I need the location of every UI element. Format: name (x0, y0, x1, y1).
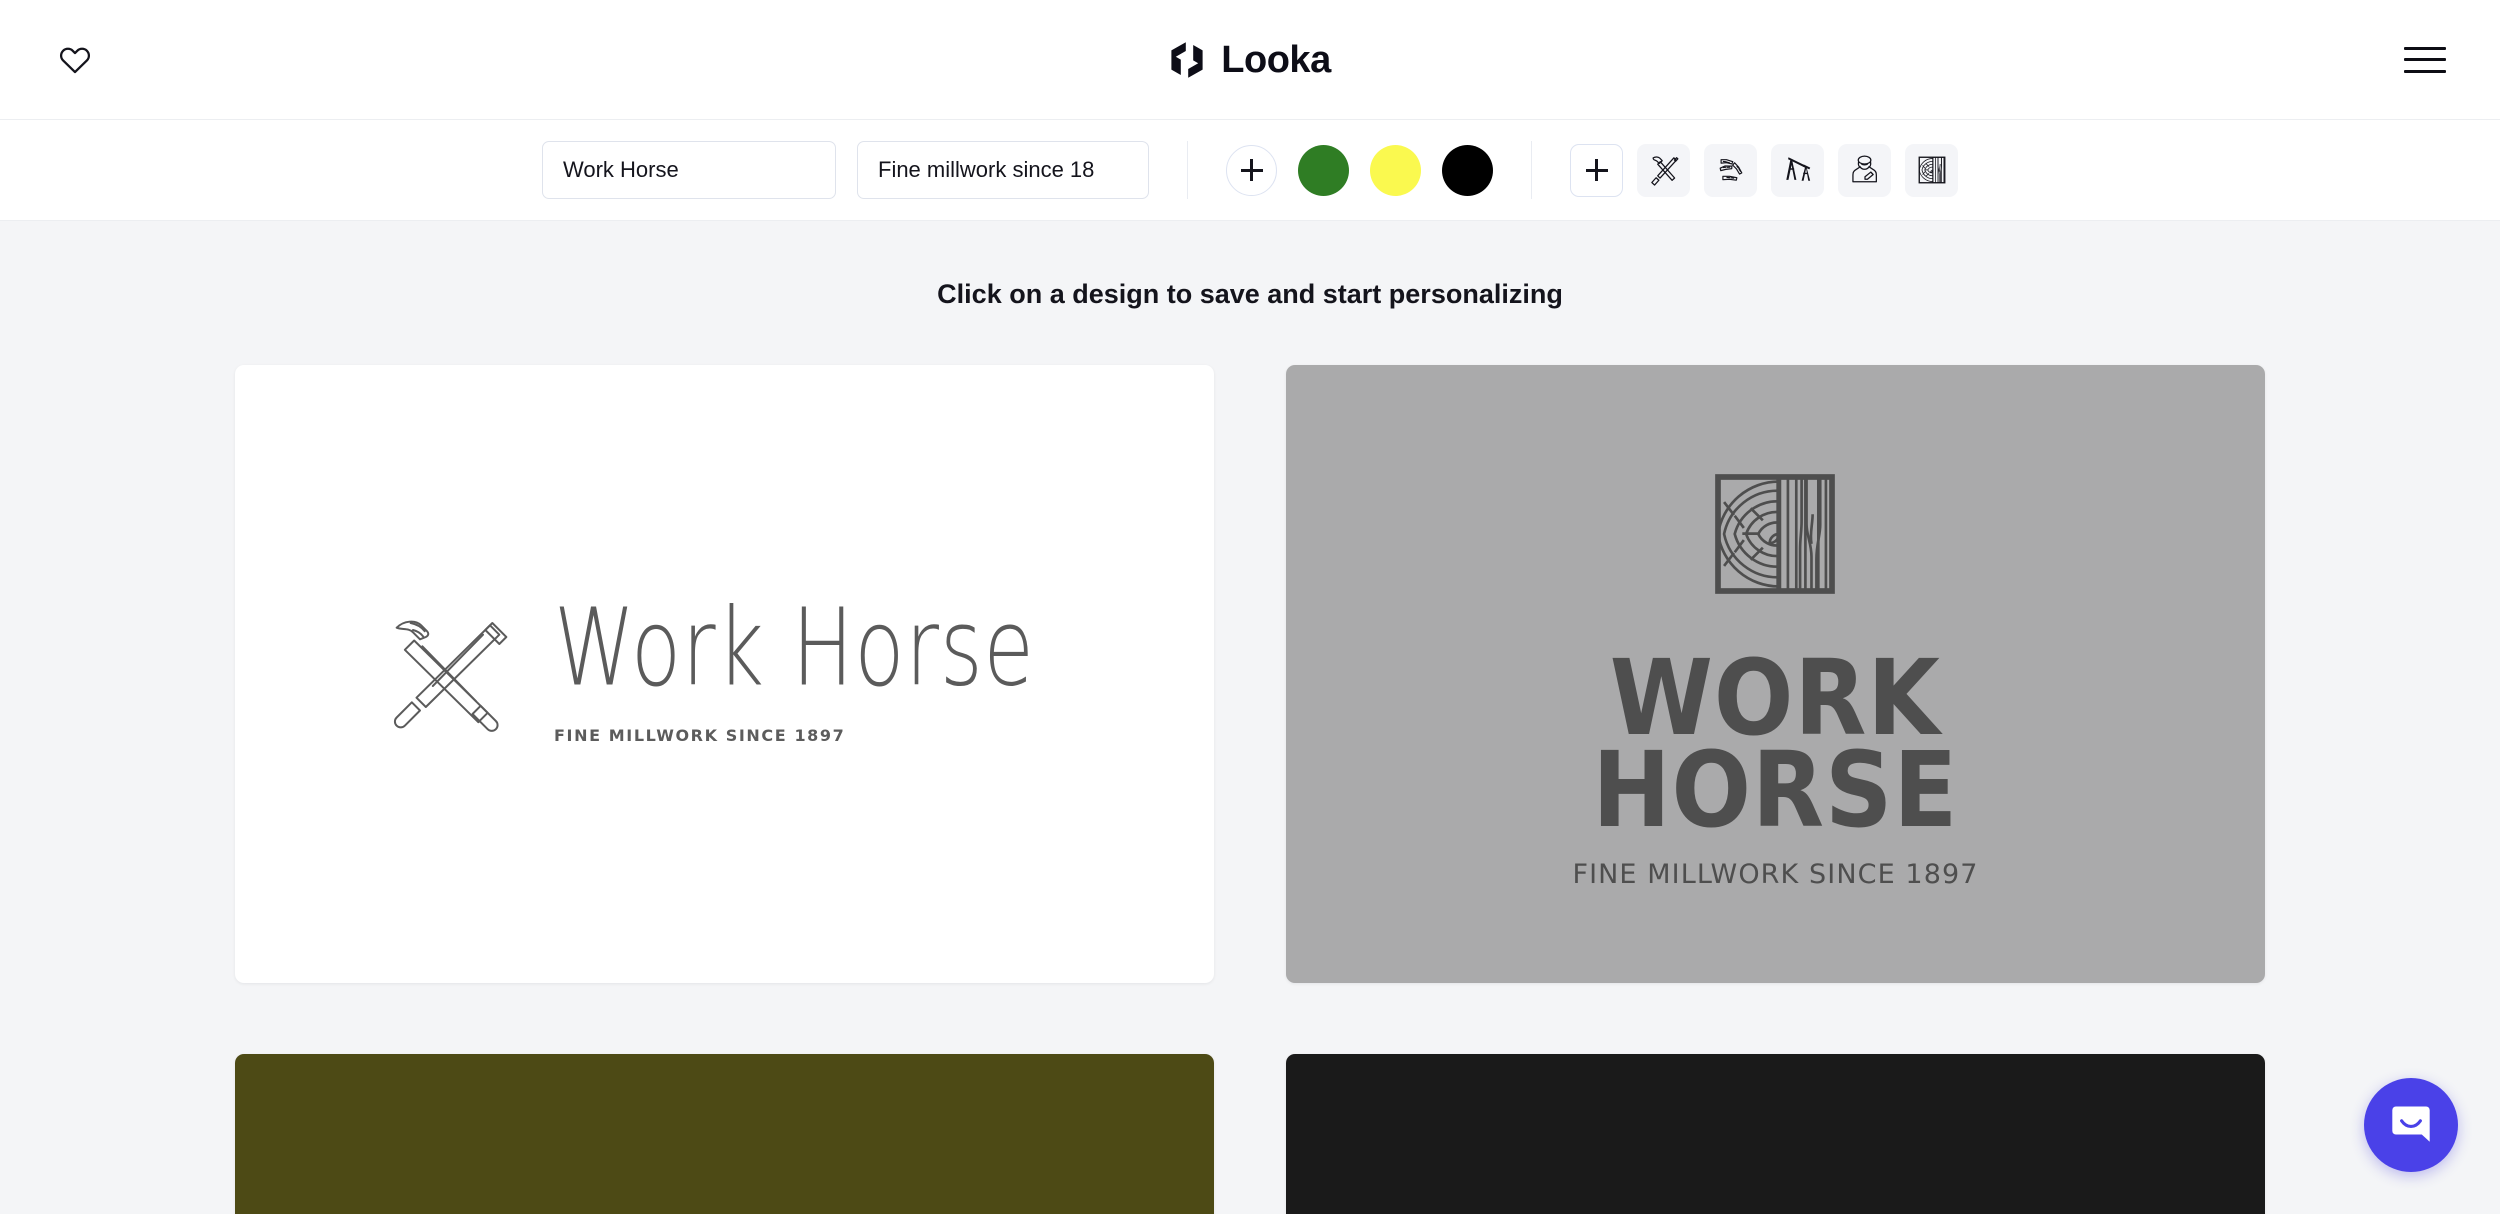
symbol-carpenter-person-icon[interactable] (1838, 143, 1891, 197)
logo-name-line-2: HORSE (1592, 729, 1959, 851)
design-grid: Work Horse FINE MILLWORK SINCE 1897 WORK… (235, 310, 2265, 1214)
page-title: Click on a design to save and start pers… (937, 279, 1563, 309)
add-symbol-button[interactable] (1570, 143, 1623, 197)
design-gallery: Click on a design to save and start pers… (0, 221, 2500, 1214)
symbol-sawhorses-icon[interactable] (1771, 143, 1824, 197)
symbol-screws-icon[interactable] (1704, 143, 1757, 197)
logo-name-text: Work Horse (554, 584, 1035, 710)
looka-logo-mark-icon (1169, 41, 1205, 79)
hamburger-bar (2404, 58, 2446, 61)
design-card-2[interactable]: WORK HORSE FINE MILLWORK SINCE 1897 (1286, 365, 2265, 983)
logo-tagline-text: FINE MILLWORK SINCE 1897 (1572, 858, 1979, 890)
toolbar-divider (1187, 141, 1188, 199)
plus-icon (1585, 159, 1608, 181)
hamburger-menu-icon[interactable] (2404, 46, 2446, 73)
color-swatch-green[interactable] (1298, 144, 1349, 196)
brand-name: Looka (1221, 38, 1331, 81)
symbol-wood-grain-block-icon[interactable] (1905, 143, 1958, 197)
app-header: Looka (0, 0, 2500, 120)
design-toolbar: Work Horse Fine millwork since 18 (0, 120, 2500, 221)
symbol-palette (1570, 143, 1958, 197)
hamburger-bar (2404, 46, 2446, 50)
crossed-hammer-and-chisel-icon (378, 602, 518, 747)
slogan-input[interactable]: Fine millwork since 18 (857, 141, 1149, 199)
header-left-group (58, 43, 92, 77)
brand-logo[interactable]: Looka (1169, 38, 1331, 81)
heart-icon[interactable] (58, 43, 92, 77)
intercom-chat-icon (2388, 1100, 2434, 1151)
design-card-1[interactable]: Work Horse FINE MILLWORK SINCE 1897 (235, 365, 1214, 983)
design-card-4[interactable] (1286, 1054, 2265, 1214)
logo-preview-2: WORK HORSE FINE MILLWORK SINCE 1897 (1572, 458, 1979, 890)
design-card-3[interactable] (235, 1054, 1214, 1214)
wood-grain-block-icon (1699, 458, 1851, 615)
add-color-button[interactable] (1226, 144, 1277, 196)
symbol-crossed-hammer-and-chisel-icon[interactable] (1637, 143, 1690, 197)
color-swatch-black[interactable] (1442, 144, 1493, 196)
plus-icon (1240, 159, 1263, 181)
company-name-input[interactable]: Work Horse (542, 141, 836, 199)
color-swatch-yellow[interactable] (1370, 144, 1421, 196)
toolbar-divider (1531, 141, 1532, 199)
header-right-group (2404, 46, 2446, 73)
intercom-chat-button[interactable] (2364, 1078, 2458, 1172)
color-palette (1226, 144, 1493, 196)
logo-preview-1: Work Horse FINE MILLWORK SINCE 1897 (378, 593, 1071, 747)
hamburger-bar (2404, 69, 2446, 73)
logo-tagline-text: FINE MILLWORK SINCE 1897 (554, 725, 846, 745)
